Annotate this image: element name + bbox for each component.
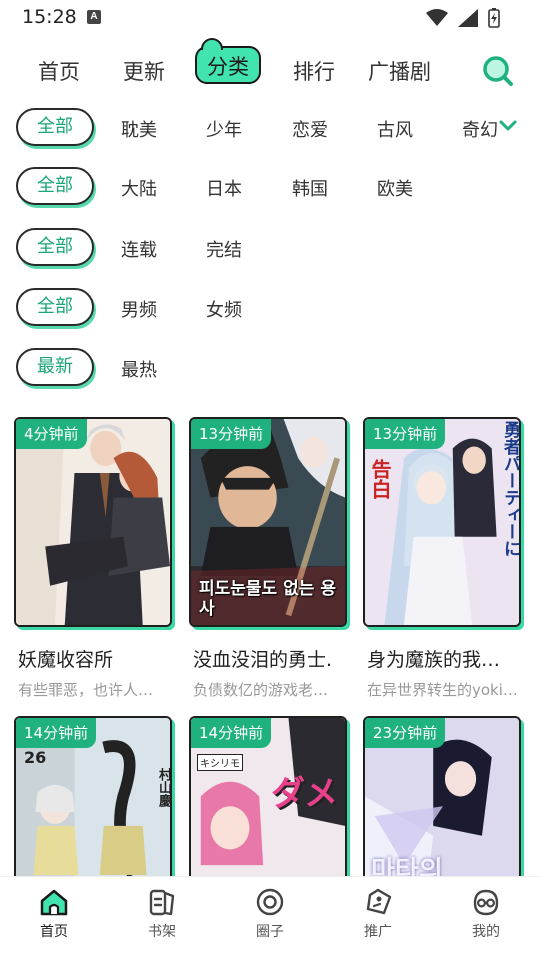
- battery-icon: [488, 8, 500, 28]
- update-time-badge: 13分钟前: [191, 419, 272, 449]
- cover-title-text: ダメ: [271, 774, 338, 814]
- bottom-tab-bookshelf[interactable]: 书架: [122, 887, 202, 941]
- circle-icon: [256, 888, 284, 916]
- tab-updates[interactable]: 更新: [123, 56, 165, 86]
- update-time-badge: 13分钟前: [365, 419, 446, 449]
- bottom-tab-promo[interactable]: 推广: [338, 887, 418, 941]
- filter-chip-all[interactable]: 全部: [16, 108, 94, 146]
- comic-description: 负债数亿的游戏老…: [193, 681, 329, 699]
- top-nav: 首页 更新 分类 排行 广播剧: [0, 38, 540, 100]
- profile-icon: [473, 889, 499, 916]
- comic-title[interactable]: 没血没泪的勇士.: [193, 645, 351, 672]
- cover-volume-number: 26: [24, 748, 47, 767]
- filter-option[interactable]: 大陆: [121, 175, 157, 201]
- filter-option[interactable]: 最热: [121, 356, 157, 382]
- filter-row-audience: 全部 男频 女频: [0, 288, 540, 332]
- bottom-tab-profile[interactable]: 我的: [446, 887, 526, 941]
- comic-card[interactable]: 14分钟前 ダメ キシリモ: [189, 716, 349, 926]
- filter-row-sort: 最新 最热: [0, 348, 540, 392]
- comic-card[interactable]: 14分钟前 26 村山慶: [14, 716, 174, 926]
- update-time-badge: 14分钟前: [16, 718, 97, 748]
- comic-title[interactable]: 身为魔族的我…: [367, 645, 525, 672]
- filter-option[interactable]: 完结: [206, 236, 242, 262]
- update-time-badge: 4分钟前: [16, 419, 87, 449]
- cover-image: [16, 419, 170, 625]
- comic-card[interactable]: 13分钟前 勇者パーティーに 告白 身为魔族的我… 在异世界转生的yoki…: [363, 417, 523, 702]
- comic-cover[interactable]: 4分钟前: [14, 417, 172, 627]
- update-time-badge: 14分钟前: [191, 718, 272, 748]
- cover-image: [365, 419, 519, 625]
- cover-title-text: 告白: [368, 459, 392, 499]
- filter-option[interactable]: 日本: [206, 175, 242, 201]
- filter-option[interactable]: 古风: [377, 116, 413, 142]
- filter-option[interactable]: 欧美: [377, 175, 413, 201]
- status-time: 15:28: [22, 6, 77, 28]
- filter-option[interactable]: 少年: [206, 116, 242, 142]
- bottom-tab-circle[interactable]: 圈子: [230, 887, 310, 941]
- comic-cover[interactable]: 13分钟前 勇者パーティーに 告白: [363, 417, 521, 627]
- bottom-tab-label: 圈子: [256, 924, 284, 940]
- cover-title-text: 피도눈물도 없는 용사: [199, 579, 336, 619]
- comic-description: 在异世界转生的yoki…: [367, 681, 518, 699]
- bottom-tab-label: 首页: [40, 924, 68, 940]
- filter-option-partial[interactable]: 奇幻: [455, 108, 500, 148]
- filter-option[interactable]: 男频: [121, 296, 157, 322]
- update-time-badge: 23分钟前: [365, 718, 446, 748]
- comic-title[interactable]: 妖魔收容所: [18, 645, 176, 672]
- bottom-tab-bar: 首页 书架 圈子 推广 我的: [0, 876, 540, 960]
- cover-title-text: 勇者パーティーに: [500, 421, 520, 557]
- tab-categories[interactable]: 分类: [195, 38, 261, 84]
- filter-option[interactable]: 奇幻: [462, 116, 498, 142]
- bottom-tab-home[interactable]: 首页: [14, 887, 94, 941]
- filter-row-status: 全部 连载 完结: [0, 228, 540, 272]
- tab-radio-drama[interactable]: 广播剧: [368, 56, 431, 86]
- filter-chip-all[interactable]: 全部: [16, 288, 94, 326]
- comic-card[interactable]: 23分钟前 마타의: [363, 716, 523, 926]
- signal-icon: [458, 9, 478, 27]
- wifi-icon: [426, 9, 448, 26]
- status-icons: [426, 8, 500, 28]
- filter-chip-all[interactable]: 全部: [16, 167, 94, 205]
- home-icon: [40, 889, 68, 916]
- filter-option[interactable]: 耽美: [121, 116, 157, 142]
- comic-cover[interactable]: 13分钟前 피도눈물도 없는 용사: [189, 417, 347, 627]
- filter-row-region: 全部 大陆 日本 韩国 欧美: [0, 167, 540, 211]
- notification-icon: A: [87, 10, 101, 24]
- promo-icon: [366, 888, 392, 915]
- filter-option[interactable]: 恋爱: [292, 116, 328, 142]
- bottom-tab-label: 我的: [472, 924, 500, 940]
- cover-author-text: キシリモ: [197, 754, 243, 771]
- bookshelf-icon: [149, 889, 175, 916]
- filter-option[interactable]: 连载: [121, 236, 157, 262]
- chevron-down-icon[interactable]: [497, 114, 519, 138]
- bottom-tab-label: 书架: [148, 924, 176, 940]
- tab-ranking[interactable]: 排行: [293, 56, 335, 86]
- filter-option[interactable]: 韩国: [292, 175, 328, 201]
- comic-card[interactable]: 13分钟前 피도눈물도 없는 용사 没血没泪的勇士. 负债数亿的游戏老…: [189, 417, 349, 702]
- cover-author-text: 村山慶: [156, 768, 171, 807]
- filter-chip-all[interactable]: 全部: [16, 228, 94, 266]
- filter-row-genre: 全部 耽美 少年 恋爱 古风 奇幻: [0, 108, 540, 152]
- tab-categories-label: 分类: [207, 55, 249, 79]
- filter-chip-latest[interactable]: 最新: [16, 348, 94, 386]
- search-icon[interactable]: [482, 55, 514, 87]
- comic-description: 有些罪恶，也许人…: [18, 681, 154, 699]
- tab-home[interactable]: 首页: [38, 56, 80, 86]
- status-bar: 15:28 A: [0, 0, 540, 36]
- filter-option[interactable]: 女频: [206, 296, 242, 322]
- tab-active-decoration: [201, 38, 223, 50]
- bottom-tab-label: 推广: [364, 924, 392, 940]
- comic-card[interactable]: 4分钟前 妖魔收容所 有些罪恶，也许人…: [14, 417, 174, 702]
